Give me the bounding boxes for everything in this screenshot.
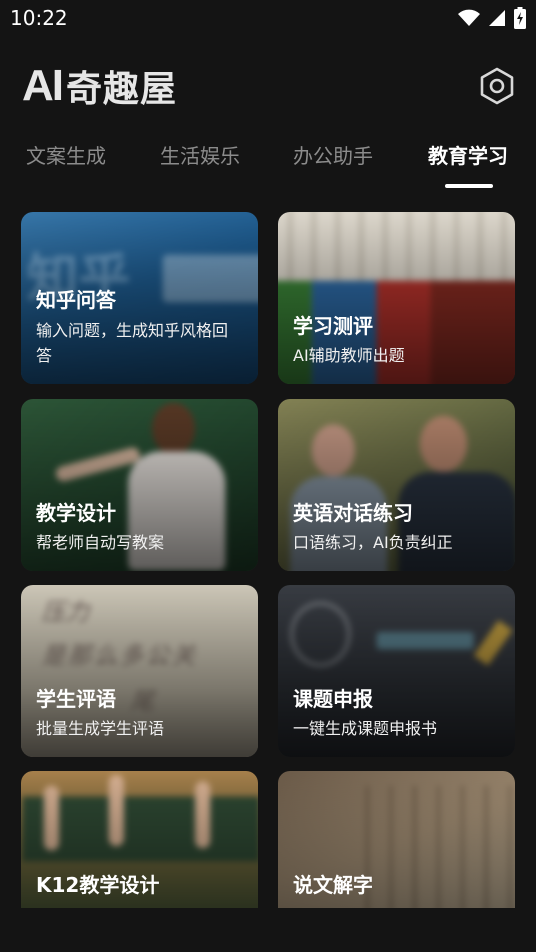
bottom-area	[0, 908, 536, 952]
card-description: 一键生成课题申报书	[293, 719, 438, 738]
card-description: 批量生成学生评语	[36, 719, 165, 738]
tab-lifestyle[interactable]: 生活娱乐	[160, 140, 240, 169]
card-zhihu-qa[interactable]: 知乎 知乎问答 输入问题，生成知乎风格回答	[21, 212, 258, 384]
status-bar: 10:22	[0, 0, 536, 40]
card-research-proposal[interactable]: 课题申报 一键生成课题申报书	[278, 585, 515, 757]
wifi-icon	[458, 9, 480, 26]
card-description: 帮老师自动写教案	[36, 533, 165, 552]
card-title: 课题申报	[293, 687, 373, 711]
card-title: 知乎问答	[36, 288, 116, 312]
card-student-comments[interactable]: 压力 是那么多公关 尾 学生评语 批量生成学生评语	[21, 585, 258, 757]
tab-education[interactable]: 教育学习	[428, 140, 508, 169]
card-description: 口语练习，AI负责纠正	[293, 533, 453, 552]
card-title: 英语对话练习	[293, 501, 413, 525]
card-shuowen-jiezi[interactable]: 说文解字	[278, 771, 515, 908]
battery-charging-icon	[514, 7, 526, 29]
signal-icon	[489, 10, 505, 26]
card-teaching-design[interactable]: 教学设计 帮老师自动写教案	[21, 399, 258, 571]
card-title: 教学设计	[36, 501, 116, 525]
tab-copywriting[interactable]: 文案生成	[26, 140, 106, 169]
logo-ai-text: AI	[22, 61, 64, 110]
app-logo: AI 奇趣屋	[22, 61, 177, 110]
card-description: AI辅助教师出题	[293, 346, 405, 365]
settings-button[interactable]	[478, 66, 516, 106]
card-english-dialogue[interactable]: 英语对话练习 口语练习，AI负责纠正	[278, 399, 515, 571]
category-tabs: 文案生成 生活娱乐 办公助手 教育学习	[0, 140, 536, 192]
settings-hexagon-icon	[480, 67, 514, 105]
tool-card-grid: 知乎 知乎问答 输入问题，生成知乎风格回答 学习测评 AI辅助教师出题 教学设计…	[0, 212, 536, 908]
app-header: AI 奇趣屋	[0, 56, 536, 116]
card-title: 说文解字	[293, 873, 373, 897]
tab-office[interactable]: 办公助手	[293, 140, 373, 169]
active-tab-indicator	[445, 184, 493, 188]
card-description: 输入问题，生成知乎风格回答	[36, 321, 229, 365]
card-k12-teaching-design[interactable]: K12教学设计	[21, 771, 258, 908]
card-study-assessment[interactable]: 学习测评 AI辅助教师出题	[278, 212, 515, 384]
card-title: 学生评语	[36, 687, 116, 711]
card-title: 学习测评	[293, 314, 373, 338]
status-time: 10:22	[10, 6, 68, 30]
logo-name-text: 奇趣屋	[66, 69, 178, 110]
status-icons	[458, 6, 526, 30]
card-title: K12教学设计	[36, 873, 160, 897]
